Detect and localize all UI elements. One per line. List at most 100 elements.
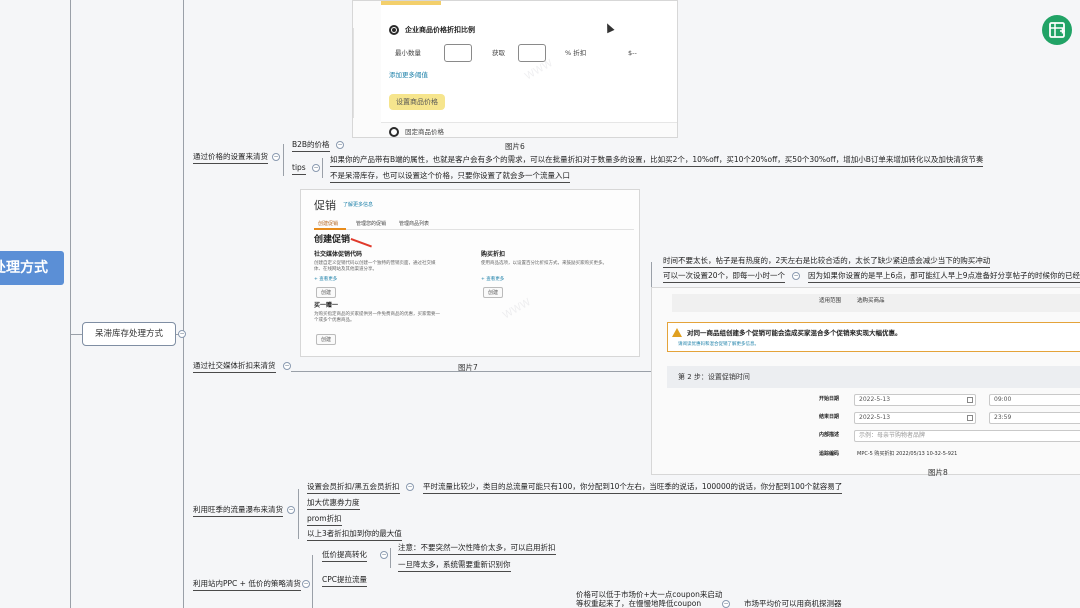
ppc-bottom-collapse[interactable]: − <box>722 600 730 608</box>
tips-collapse[interactable]: − <box>312 164 320 172</box>
prime-member-collapse[interactable]: − <box>406 483 414 491</box>
fig7-card2-desc: 使用商品选项，以设置百分比折扣方式，来鼓励买家购买更多。 <box>481 261 607 266</box>
tips-node[interactable]: tips <box>292 164 306 175</box>
fig6-pct-off-label: % 折扣 <box>565 49 587 57</box>
branch-collapse-toggle[interactable]: − <box>178 330 186 338</box>
ppc-note-spine <box>390 548 391 568</box>
ppc-note-reidentify: 一旦降太多，系统需要重新识别你 <box>398 561 511 572</box>
fig7-tab-manage[interactable]: 管理您的促销 <box>356 222 386 227</box>
root-label: 处理方式 <box>0 260 48 276</box>
fig8-start-calendar-icon[interactable] <box>967 397 973 403</box>
fig6-get-label: 获取 <box>492 49 505 57</box>
fig7-tab-underline <box>314 229 634 230</box>
trunk-line <box>70 0 71 608</box>
figure-8-caption: 图片8 <box>928 468 948 477</box>
ppc-bottom-note-1: 价格可以低于市场价+大一点coupon来启动 <box>576 590 723 599</box>
fig7-tab-create[interactable]: 创建促销 <box>318 222 338 227</box>
ppc-note-no-sudden: 注意：不要突然一次性降价太多，可以启用折扣 <box>398 544 556 555</box>
branch-connector <box>70 334 82 335</box>
fig6-add-more-link[interactable]: 添加更多阈值 <box>389 72 428 79</box>
b2b-collapse[interactable]: − <box>336 141 344 149</box>
fig7-watermark: ＷＷＷ <box>501 296 533 322</box>
prime-max-discount[interactable]: 以上3者折扣加到你的最大值 <box>307 530 402 541</box>
fig8-start-time[interactable]: 09:00 <box>989 394 1080 406</box>
prime-member-note: 平时流量比较少，类目的总流量可能只有100，你分配到10个左右，当旺季的说话，1… <box>423 483 843 494</box>
figure-6-screenshot: 企业商品价格折扣比例 最小数量 获取 % 折扣 $-- 添加更多阈值 设置商品价… <box>352 0 678 138</box>
ppc-spine <box>312 555 313 608</box>
fig7-card1-title: 社交媒体促销代码 <box>314 251 363 258</box>
section-ppc[interactable]: 利用站内PPC + 低价的策略清货 <box>193 580 301 591</box>
section-prime-collapse[interactable]: − <box>287 506 295 514</box>
fig6-radio-percent[interactable] <box>389 25 399 35</box>
fig7-card3-title: 买一赠一 <box>314 302 339 309</box>
fig8-start-date[interactable]: 2022-5-13 <box>854 394 976 406</box>
fig6-radio-fixed[interactable] <box>389 127 399 137</box>
fig7-card2-more[interactable]: + 查看更多 <box>481 277 504 283</box>
social-note-timing: 因为如果你设置的是早上6点，那可能红人早上9点准备好分享帖子的时候你的已经 <box>808 272 1080 283</box>
root-node[interactable]: 处理方式 <box>0 251 64 285</box>
figure-6-caption: 图片6 <box>505 142 525 151</box>
social-note-duration: 时间不要太长，帖子是有热度的，2天左右是比较合适的，太长了缺少紧迫感会减少当下的… <box>663 257 991 268</box>
fig7-card2-create-button[interactable]: 创建 <box>483 287 504 298</box>
fig8-scope-label: 适用范围 <box>819 298 842 304</box>
fig7-heading: 创建促销 <box>314 235 351 245</box>
fig6-top-edge <box>381 1 441 5</box>
fig8-warning-box <box>667 322 1080 352</box>
warning-icon <box>672 328 682 337</box>
fig7-title: 促销 <box>314 199 336 212</box>
spreadsheet-glyph-icon <box>1049 22 1065 38</box>
fig8-end-label: 结束日期 <box>819 414 840 420</box>
fig8-end-time[interactable]: 23:59 <box>989 412 1080 424</box>
fig7-card1-desc: 创建自定义促销代码以创建一个独特的营销页面，通过社交媒体、在线网站及其他渠道分享… <box>314 261 436 273</box>
section-ppc-collapse[interactable]: − <box>302 580 310 588</box>
fig8-end-calendar-icon[interactable] <box>967 415 973 421</box>
fig6-min-qty-label: 最小数量 <box>395 49 421 57</box>
social-h-line <box>291 371 651 372</box>
fig6-set-price-button[interactable]: 设置商品价格 <box>389 94 445 110</box>
tip-any-stock: 不是呆滞库存，也可以设置这个价格，只要你设置了就会多一个流量入口 <box>330 172 570 183</box>
prime-prom-discount[interactable]: prom折扣 <box>307 515 342 526</box>
fig7-card3-create-button[interactable]: 创建 <box>316 334 337 345</box>
fig8-warning-text: 对同一商品组创建多个促销可能会造成买家混合多个促销来实现大幅优惠。 <box>687 329 902 337</box>
social-note-collapse[interactable]: − <box>792 272 800 280</box>
section-social-collapse[interactable]: − <box>283 362 291 370</box>
fig7-card1-more[interactable]: + 查看更多 <box>314 277 337 283</box>
b2b-price-node[interactable]: B2B的价格 <box>292 141 330 152</box>
tips-spine <box>322 158 323 178</box>
prime-coupon[interactable]: 加大优惠券力度 <box>307 499 360 510</box>
section-price-collapse[interactable]: − <box>272 153 280 161</box>
fig7-tab-active <box>314 228 346 230</box>
fig8-tracking-value: MPC-5 购买折扣 2022/05/13 10-32-5-921 <box>857 451 958 457</box>
ppc-cpc-traffic[interactable]: CPC提拉流量 <box>322 576 367 587</box>
prime-member-discount[interactable]: 设置会员折扣/黑五会员折扣 <box>307 483 400 494</box>
fig8-end-date[interactable]: 2022-5-13 <box>854 412 976 424</box>
section-social-discount[interactable]: 通过社交媒体折扣来清货 <box>193 362 276 373</box>
branch-node-dead-stock[interactable]: 呆滞库存处理方式 <box>82 322 176 346</box>
fig6-min-qty-input[interactable] <box>444 44 472 62</box>
fig7-card3-desc: 为购买指定商品的买家提供另一件免费商品的优惠，买家需要一个或多个优惠商品。 <box>314 312 440 324</box>
fig7-card1-create-button[interactable]: 创建 <box>316 287 337 298</box>
fig8-internal-input[interactable]: 示例：母亲节购物者品牌 <box>854 430 1080 442</box>
fig8-internal-label: 内部描述 <box>819 432 840 438</box>
fig6-dollar-label: $-- <box>628 49 637 57</box>
fig7-tab-list[interactable]: 管理商品列表 <box>399 222 429 227</box>
ppc-bottom-note-3: 市场平均价可以用商机探测器 <box>744 599 842 608</box>
figure-7-screenshot: 促销 了解更多信息 创建促销 管理您的促销 管理商品列表 创建促销 社交媒体促销… <box>300 189 640 357</box>
spreadsheet-icon[interactable] <box>1042 15 1072 45</box>
figure-8-screenshot: 适用范围 选购买商品 对同一商品组创建多个促销可能会造成买家混合多个促销来实现大… <box>651 287 1080 475</box>
branch-label: 呆滞库存处理方式 <box>94 329 163 339</box>
section-prime-day[interactable]: 利用旺季的流量瀑布来清货 <box>193 506 283 517</box>
fig8-warning-sub: 请阅读优惠码和混合促销了解更多信息。 <box>678 342 759 347</box>
prime-spine <box>298 489 299 539</box>
ppc-bottom-note-2: 等权重起来了，在慢慢地降低coupon <box>576 600 701 608</box>
fig8-step-title: 第 2 步：设置促销时间 <box>678 373 750 381</box>
fig6-option2: 固定商品价格 <box>405 128 444 136</box>
ppc-low-price-collapse[interactable]: − <box>380 551 388 559</box>
section-price-settings[interactable]: 通过价格的设置来清货 <box>193 153 268 164</box>
left-margin-numbers <box>348 28 354 118</box>
fig8-tracking-label: 追踪编码 <box>819 451 840 457</box>
ppc-low-price[interactable]: 低价提高转化 <box>322 551 367 562</box>
fig7-learn-more[interactable]: 了解更多信息 <box>343 203 373 208</box>
annotation-arrow-icon <box>350 238 372 247</box>
social-note-twenty: 可以一次设置20个，即每一小时一个 <box>663 272 786 283</box>
